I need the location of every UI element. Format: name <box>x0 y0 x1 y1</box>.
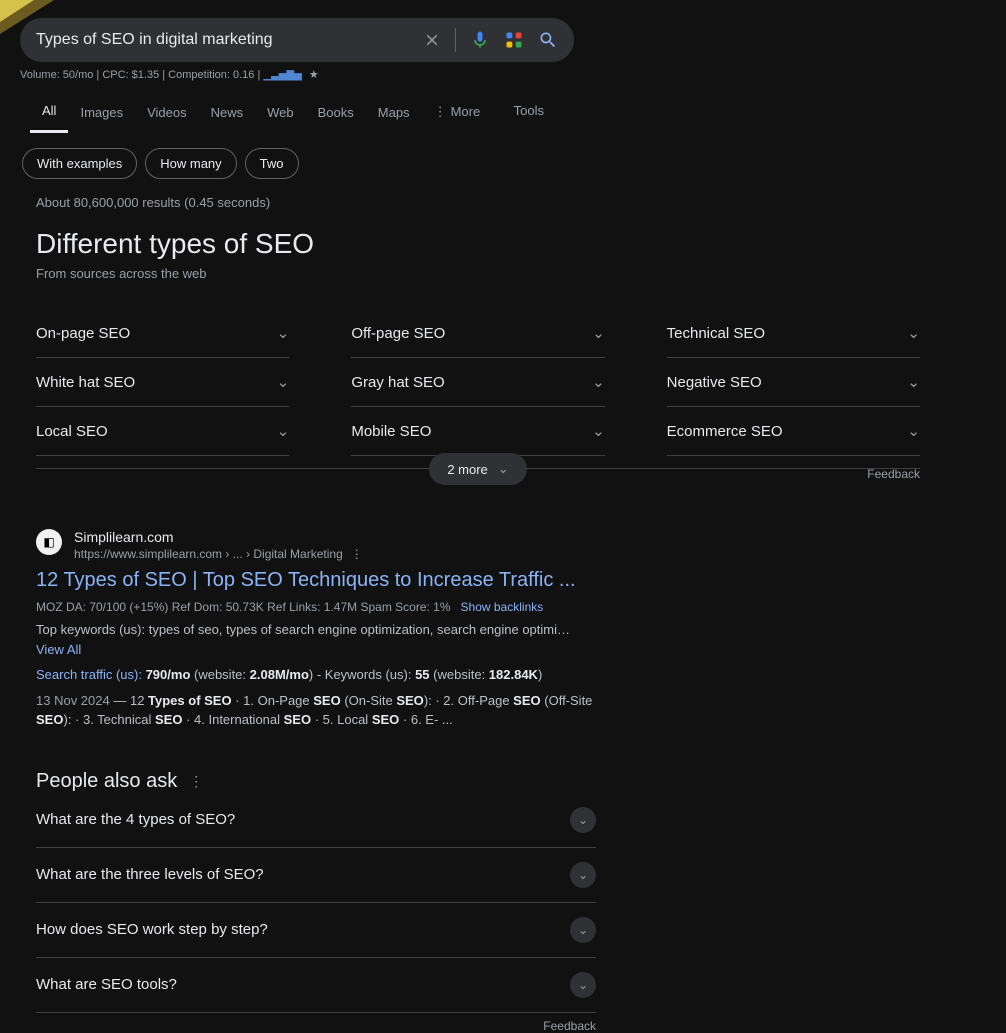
seo-type-item[interactable]: Technical SEO⌄ <box>667 309 920 358</box>
chevron-down-icon: ⌄ <box>907 324 920 342</box>
paa-title: People also ask <box>36 770 177 793</box>
result-tabs: All Images Videos News Web Books Maps ⋮M… <box>0 81 1006 134</box>
seo-type-item[interactable]: Ecommerce SEO⌄ <box>667 407 920 456</box>
show-backlinks-link[interactable]: Show backlinks <box>461 600 544 614</box>
chevron-down-icon: ⌄ <box>570 807 596 833</box>
divider <box>455 28 456 52</box>
view-all-link[interactable]: View All <box>36 642 81 657</box>
clear-icon[interactable] <box>423 31 441 49</box>
chip-with-examples[interactable]: With examples <box>22 148 137 179</box>
result-title-link[interactable]: 12 Types of SEO | Top SEO Techniques to … <box>36 569 596 592</box>
seo-metrics: MOZ DA: 70/100 (+15%) Ref Dom: 50.73K Re… <box>36 600 596 614</box>
paa-question[interactable]: What are the 4 types of SEO?⌄ <box>36 793 596 848</box>
tab-web[interactable]: Web <box>255 95 306 132</box>
chip-how-many[interactable]: How many <box>145 148 236 179</box>
show-more-button[interactable]: 2 more ⌄ <box>429 453 526 485</box>
corner-decoration <box>0 0 54 34</box>
more-options-icon[interactable]: ⋮ <box>351 547 363 561</box>
chevron-down-icon: ⌄ <box>277 324 290 342</box>
tab-videos[interactable]: Videos <box>135 95 199 132</box>
result-snippet: 13 Nov 2024 — 12 Types of SEO · 1. On-Pa… <box>36 691 596 730</box>
chevron-down-icon: ⌄ <box>907 422 920 440</box>
search-box <box>20 18 574 62</box>
seo-type-item[interactable]: Mobile SEO⌄ <box>351 407 604 456</box>
lens-icon[interactable] <box>504 30 524 50</box>
tools-button[interactable]: Tools <box>502 93 556 128</box>
chevron-down-icon: ⌄ <box>907 373 920 391</box>
chevron-down-icon: ⌄ <box>498 461 509 477</box>
hero-title: Different types of SEO <box>36 228 920 260</box>
tab-news[interactable]: News <box>199 95 256 132</box>
tab-images[interactable]: Images <box>68 95 135 132</box>
more-options-icon[interactable]: ⋮ <box>189 773 203 790</box>
traffic-line: Search traffic (us): 790/mo (website: 2.… <box>36 665 596 685</box>
tab-all[interactable]: All <box>30 93 68 133</box>
paa-question[interactable]: What are the three levels of SEO?⌄ <box>36 848 596 903</box>
seo-extension-bar: Volume: 50/mo | CPC: $1.35 | Competition… <box>0 62 1006 81</box>
seo-type-item[interactable]: White hat SEO⌄ <box>36 358 289 407</box>
mic-icon[interactable] <box>470 30 490 50</box>
result-site-name: Simplilearn.com <box>74 529 363 545</box>
hero-subtitle: From sources across the web <box>36 266 920 281</box>
search-input[interactable] <box>36 31 423 49</box>
search-icon[interactable] <box>538 30 558 50</box>
seo-type-item[interactable]: Local SEO⌄ <box>36 407 289 456</box>
chevron-down-icon: ⌄ <box>570 862 596 888</box>
tab-maps[interactable]: Maps <box>366 95 422 132</box>
chevron-down-icon: ⌄ <box>592 422 605 440</box>
seo-type-item[interactable]: Negative SEO⌄ <box>667 358 920 407</box>
chevron-down-icon: ⌄ <box>592 324 605 342</box>
chevron-down-icon: ⌄ <box>570 972 596 998</box>
chip-two[interactable]: Two <box>245 148 299 179</box>
seo-type-item[interactable]: Off-page SEO⌄ <box>351 309 604 358</box>
result-url: https://www.simplilearn.com › ... › Digi… <box>74 547 363 561</box>
chevron-down-icon: ⌄ <box>277 373 290 391</box>
feedback-link[interactable]: Feedback <box>867 467 920 481</box>
tab-more[interactable]: ⋮More <box>422 94 493 132</box>
star-icon[interactable]: ★ <box>309 69 319 81</box>
chevron-down-icon: ⌄ <box>592 373 605 391</box>
bars-icon: ▁▃▅▇▅ <box>263 70 301 81</box>
top-keywords: Top keywords (us): types of seo, types o… <box>36 620 596 659</box>
chevron-down-icon: ⌄ <box>277 422 290 440</box>
feedback-link[interactable]: Feedback <box>36 1019 596 1033</box>
tab-books[interactable]: Books <box>306 95 366 132</box>
seo-type-item[interactable]: On-page SEO⌄ <box>36 309 289 358</box>
result-stats: About 80,600,000 results (0.45 seconds) <box>0 179 1006 210</box>
paa-question[interactable]: What are SEO tools?⌄ <box>36 958 596 1013</box>
paa-question[interactable]: How does SEO work step by step?⌄ <box>36 903 596 958</box>
chevron-down-icon: ⌄ <box>570 917 596 943</box>
favicon: ◧ <box>36 529 62 555</box>
seo-type-item[interactable]: Gray hat SEO⌄ <box>351 358 604 407</box>
